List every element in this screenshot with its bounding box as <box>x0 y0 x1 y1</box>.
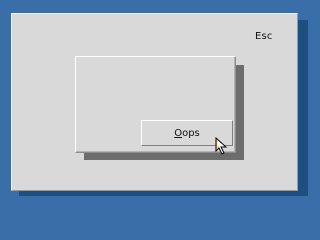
esc-label[interactable]: Esc <box>255 31 273 42</box>
oops-button-mnemonic: O <box>174 127 183 139</box>
arrow-cursor-icon <box>215 137 228 155</box>
desktop-background: Esc Oops <box>0 0 313 211</box>
oops-button-label: ops <box>182 127 200 139</box>
